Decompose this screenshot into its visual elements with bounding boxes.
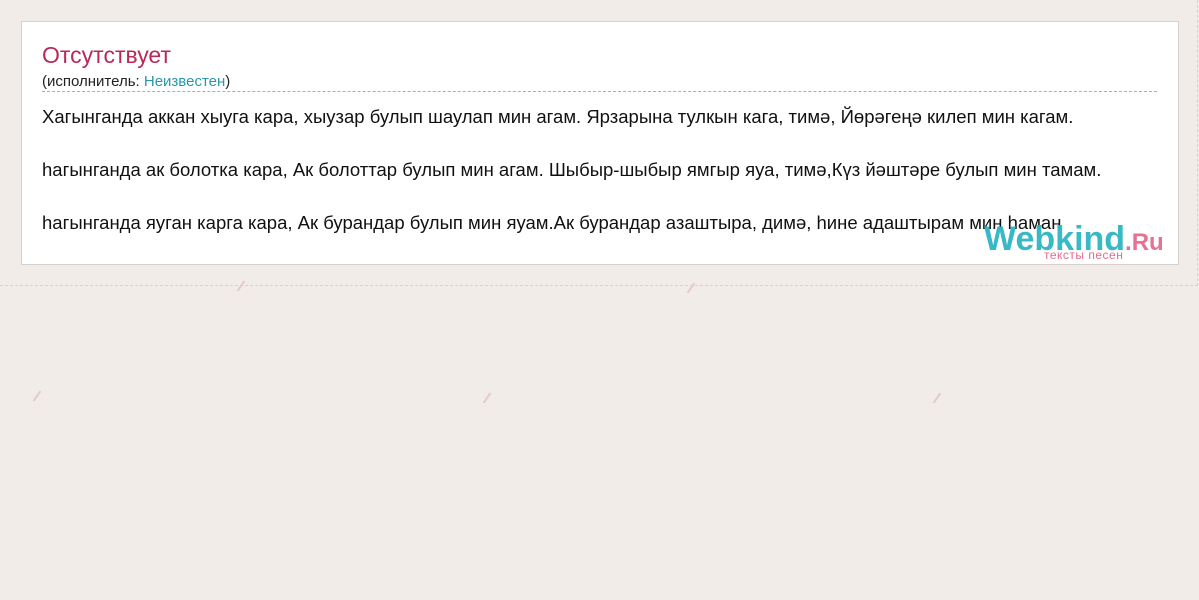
background-mark bbox=[32, 390, 42, 402]
lyric-line: hагынганда ак болотка кара, Ак болоттар … bbox=[42, 159, 1102, 180]
performer-prefix: (исполнитель: bbox=[42, 73, 144, 90]
song-title: Отсутствует bbox=[42, 42, 171, 68]
background-mark bbox=[932, 392, 942, 404]
performer-suffix: ) bbox=[225, 73, 231, 90]
performer-link[interactable]: Неизвестен bbox=[144, 73, 225, 90]
lyrics-card: Отсутствует (исполнитель: Неизвестен) Ха… bbox=[21, 21, 1179, 265]
background-mark bbox=[482, 392, 492, 404]
lyrics-text: Хагынганда аккан хыуга кара, хыузар булы… bbox=[42, 106, 1178, 264]
performer-line: (исполнитель: Неизвестен) bbox=[42, 73, 1157, 92]
lyric-line: Хагынганда аккан хыуга кара, хыузар булы… bbox=[42, 106, 1074, 127]
lyric-line: hагынганда яуган карга кара, Ак бурандар… bbox=[42, 212, 1062, 233]
